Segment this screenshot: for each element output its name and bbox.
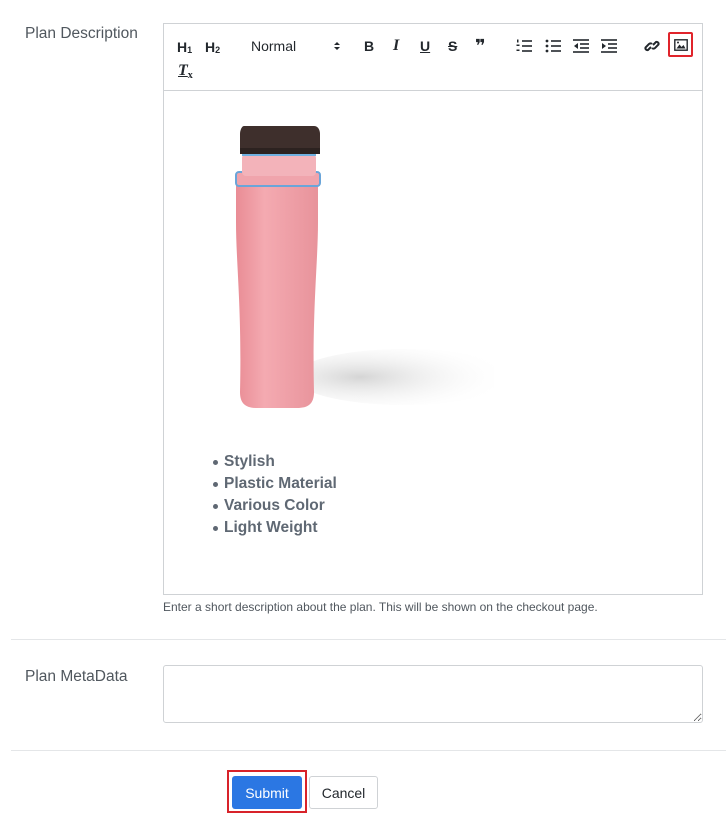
select-arrows-icon <box>334 42 340 50</box>
italic-button[interactable]: I <box>393 36 399 56</box>
format-select[interactable]: Normal <box>251 36 341 56</box>
list-item: Stylish <box>211 451 337 473</box>
outdent-icon <box>573 39 589 53</box>
ordered-list-button[interactable] <box>516 36 532 56</box>
editor-content[interactable]: Stylish Plastic Material Various Color L… <box>164 92 702 594</box>
blockquote-button[interactable]: ❞ <box>475 36 486 56</box>
h2-digit: 2 <box>215 45 221 55</box>
heading-1-button[interactable]: H1 <box>177 37 192 57</box>
heading-2-button[interactable]: H2 <box>205 37 220 57</box>
outdent-button[interactable] <box>573 36 589 56</box>
list-item: Various Color <box>211 495 337 517</box>
rich-text-editor: H1 H2 Normal B I U S ❞ T x Stylish Plast… <box>163 23 703 595</box>
italic-letter: I <box>393 37 400 54</box>
editor-toolbar: H1 H2 Normal B I U S ❞ T x <box>164 24 702 91</box>
quote-glyph: ❞ <box>475 35 486 56</box>
indent-icon <box>601 39 617 53</box>
clear-format-letter: T <box>178 62 188 79</box>
clear-format-x: x <box>187 69 193 81</box>
strike-button[interactable]: S <box>448 36 457 56</box>
list-item: Light Weight <box>211 517 337 539</box>
bold-letter: B <box>364 38 375 54</box>
strike-letter: S <box>448 38 458 54</box>
format-select-value: Normal <box>251 38 297 54</box>
plan-metadata-label: Plan MetaData <box>25 668 128 685</box>
image-icon <box>673 38 688 51</box>
bullet-list-button[interactable] <box>545 36 561 56</box>
h2-letter: H <box>205 39 216 55</box>
bullet-list-icon <box>545 39 561 53</box>
clear-format-button[interactable]: Tx <box>178 61 193 81</box>
link-button[interactable] <box>644 36 660 56</box>
image-button[interactable] <box>668 32 693 57</box>
ordered-list-icon <box>516 39 532 52</box>
plan-metadata-input[interactable] <box>163 665 703 723</box>
link-icon <box>644 40 660 52</box>
section-divider <box>11 750 726 751</box>
bold-button[interactable]: B <box>364 36 374 56</box>
h1-letter: H <box>177 39 188 55</box>
section-divider <box>11 639 726 640</box>
water-bottle-image <box>235 126 494 408</box>
plan-description-label: Plan Description <box>25 25 138 42</box>
feature-list: Stylish Plastic Material Various Color L… <box>211 451 337 539</box>
underline-button[interactable]: U <box>420 36 430 56</box>
description-help-text: Enter a short description about the plan… <box>163 600 598 614</box>
h1-digit: 1 <box>187 45 193 55</box>
submit-button[interactable]: Submit <box>232 776 302 809</box>
indent-button[interactable] <box>601 36 617 56</box>
list-item: Plastic Material <box>211 473 337 495</box>
underline-letter: U <box>420 38 431 54</box>
cancel-button[interactable]: Cancel <box>309 776 378 809</box>
